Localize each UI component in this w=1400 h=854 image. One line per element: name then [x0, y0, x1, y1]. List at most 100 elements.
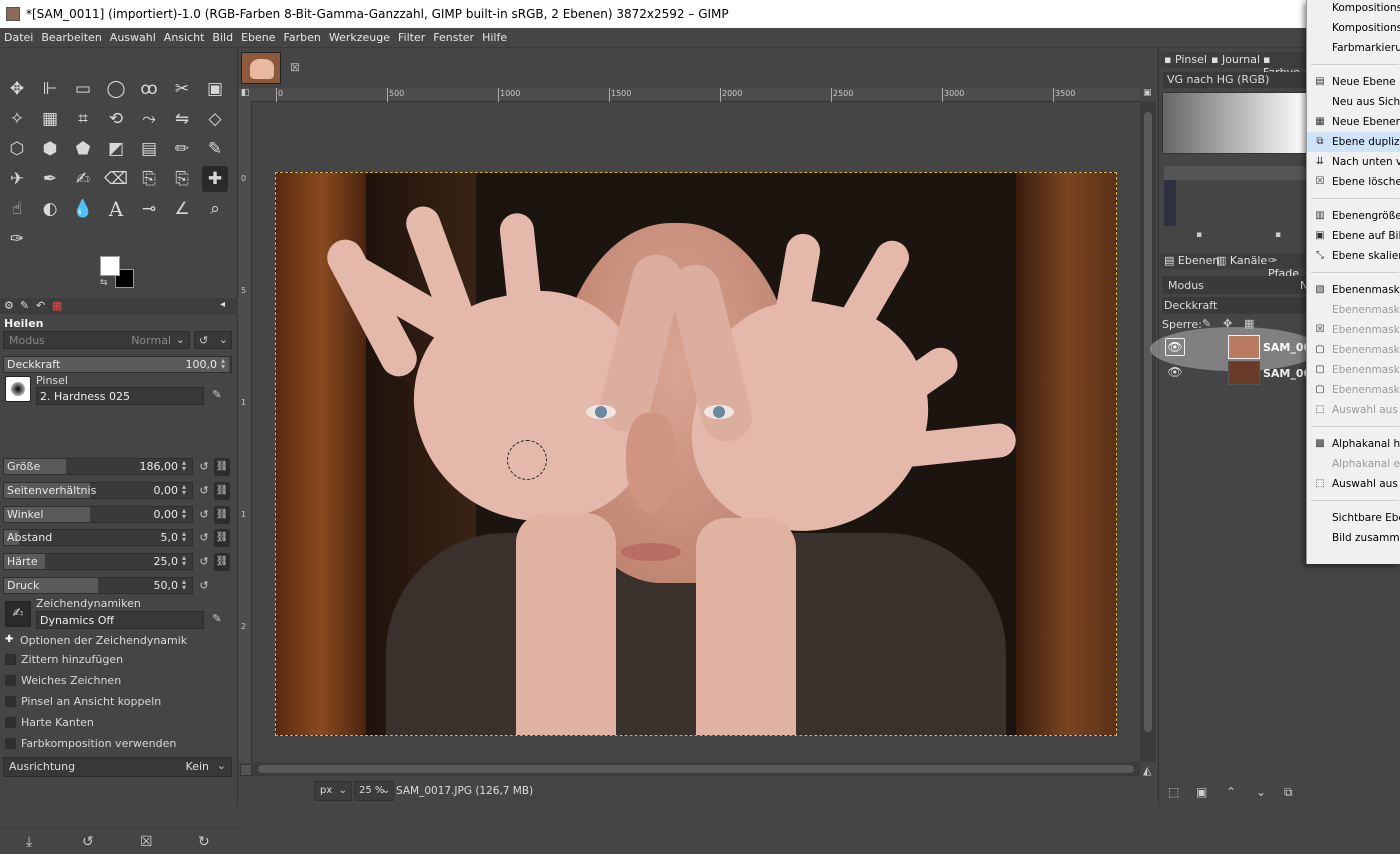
edit-dynamics-icon[interactable]: ✎: [210, 612, 224, 626]
layer-row[interactable]: 👁 SAM_00: [1160, 335, 1311, 361]
toggle-quickmask-icon[interactable]: [240, 764, 252, 776]
tool-options-tab-icon[interactable]: ⚙: [4, 299, 14, 312]
brush-name-field[interactable]: 2. Hardness 025: [36, 387, 204, 405]
unified-transform-icon[interactable]: ⟲: [103, 106, 129, 132]
heal-icon[interactable]: ✚: [202, 166, 228, 192]
layer-name[interactable]: SAM_00: [1263, 341, 1311, 354]
spin-icon[interactable]: ▴ ▾: [182, 554, 190, 568]
context-menu-item[interactable]: ⬚Auswahl aus Al: [1307, 474, 1400, 494]
eye-icon[interactable]: 👁: [1165, 364, 1185, 382]
spin-icon[interactable]: ▴ ▾: [182, 578, 190, 592]
checkbox[interactable]: [5, 696, 16, 707]
save-options-icon[interactable]: ⤓: [26, 834, 32, 850]
duplicate-layer-icon[interactable]: ⧉: [1284, 785, 1293, 800]
layer-mode-dropdown[interactable]: Modus N: [1162, 276, 1308, 294]
paintbrush-icon[interactable]: ✏: [169, 136, 195, 162]
menu-bearbeiten[interactable]: Bearbeiten: [37, 28, 105, 48]
spin-icon[interactable]: ▴ ▾: [182, 459, 190, 473]
slider-5[interactable]: Druck 50,0 ▴ ▾: [3, 577, 193, 594]
unit-dropdown[interactable]: px ⌄: [314, 781, 352, 801]
spin-icon[interactable]: ▴ ▾: [182, 507, 190, 521]
link-icon[interactable]: ⛓: [214, 458, 230, 476]
photo-image[interactable]: [275, 172, 1117, 736]
new-group-icon[interactable]: ▣: [1196, 785, 1207, 799]
menu-fenster[interactable]: Fenster: [429, 28, 478, 48]
layer-opacity-slider[interactable]: Deckkraft: [1162, 297, 1308, 314]
dynamics-preview-icon[interactable]: ✍: [5, 601, 31, 627]
image-tab-thumbnail[interactable]: [241, 52, 281, 84]
vertical-scrollbar[interactable]: ▣: [1140, 88, 1156, 762]
mode-dropdown[interactable]: Modus Normal ⌄: [3, 331, 190, 349]
link-icon[interactable]: ⛓: [214, 529, 230, 547]
flip-icon[interactable]: ⇋: [169, 106, 195, 132]
tab-layers[interactable]: ▤ Ebenen: [1164, 254, 1219, 267]
minus-icon[interactable]: ▪: [1196, 230, 1202, 240]
undo-history-tab-icon[interactable]: ↶: [36, 299, 45, 312]
ellipse-select-icon[interactable]: ◯: [103, 76, 129, 102]
context-menu-item[interactable]: ▤Neue Ebene ...: [1307, 72, 1400, 92]
opacity-slider[interactable]: Deckkraft 100,0 ▴ ▾: [3, 356, 232, 373]
context-menu-item[interactable]: Bild zusammen: [1307, 528, 1400, 548]
mypaint-brush-icon[interactable]: ✍: [70, 166, 96, 192]
slider-1[interactable]: Seitenverhältnis 0,00 ▴ ▾: [3, 482, 193, 499]
warp-transform-icon[interactable]: ⤳: [136, 106, 162, 132]
spin-icon[interactable]: ▴ ▾: [182, 483, 190, 497]
foreground-select-icon[interactable]: ▣: [202, 76, 228, 102]
menu-farben[interactable]: Farben: [280, 28, 325, 48]
menu-ebene[interactable]: Ebene: [237, 28, 279, 48]
foreground-color-swatch[interactable]: [100, 256, 120, 276]
eraser-icon[interactable]: ⌫: [103, 166, 129, 192]
link-icon[interactable]: ⛓: [214, 482, 230, 500]
context-menu-item[interactable]: ☒Ebene löschen: [1307, 172, 1400, 192]
delete-options-icon[interactable]: ☒: [140, 834, 153, 850]
ink-icon[interactable]: ✒: [37, 166, 63, 192]
lower-layer-icon[interactable]: ⌄: [1256, 785, 1266, 799]
reset-icon[interactable]: ↺: [197, 460, 211, 474]
edit-brush-icon[interactable]: ✎: [210, 388, 224, 402]
scissors-select-icon[interactable]: ✂: [169, 76, 195, 102]
by-color-select-icon[interactable]: ▦: [37, 106, 63, 132]
context-menu-item[interactable]: ▩Alphakanal hin: [1307, 434, 1400, 454]
spin-icon[interactable]: ▴ ▾: [221, 357, 229, 371]
blur-icon[interactable]: 💧: [70, 196, 96, 222]
gradient-icon[interactable]: ▤: [136, 136, 162, 162]
context-menu-item[interactable]: ⧉Ebene duplizier: [1307, 132, 1400, 152]
gradient-slider[interactable]: [1164, 166, 1307, 180]
quick-mask-corner-icon[interactable]: ◧: [238, 88, 252, 102]
menu-auswahl[interactable]: Auswahl: [106, 28, 160, 48]
close-tab-icon[interactable]: ⊠: [290, 60, 300, 74]
context-menu-item[interactable]: ⇊Nach unten ver: [1307, 152, 1400, 172]
perspective-clone-icon[interactable]: ⎘: [169, 166, 195, 192]
3d-transform-icon[interactable]: ⬢: [37, 136, 63, 162]
plus-icon[interactable]: ▪: [1275, 230, 1281, 240]
context-menu-item[interactable]: ▥Ebenengröße ...: [1307, 206, 1400, 226]
images-tab-icon[interactable]: ▦: [52, 299, 62, 312]
expander-icon[interactable]: ✚: [5, 634, 13, 645]
crop-icon[interactable]: ⌗: [70, 106, 96, 132]
configure-tab-icon[interactable]: ◂: [220, 299, 225, 310]
link-icon[interactable]: ⛓: [214, 553, 230, 571]
device-status-tab-icon[interactable]: ✎: [20, 299, 29, 312]
slider-4[interactable]: Härte 25,0 ▴ ▾: [3, 553, 193, 570]
tab-brushes[interactable]: ▪ Pinsel: [1164, 53, 1207, 66]
new-layer-icon[interactable]: ⬚: [1168, 785, 1179, 799]
context-menu-item[interactable]: ▦Neue Ebenengr: [1307, 112, 1400, 132]
menu-datei[interactable]: Datei: [0, 28, 37, 48]
swap-colors-icon[interactable]: ⇆: [100, 278, 108, 288]
context-menu-item[interactable]: ⤡Ebene skalieren: [1307, 246, 1400, 266]
rect-select-icon[interactable]: ▭: [70, 76, 96, 102]
fuzzy-select-icon[interactable]: ✧: [4, 106, 30, 132]
horizontal-scrollbar[interactable]: [252, 762, 1140, 776]
menu-filter[interactable]: Filter: [394, 28, 429, 48]
spin-icon[interactable]: ▴ ▾: [182, 530, 190, 544]
link-icon[interactable]: ⛓: [214, 506, 230, 524]
text-icon[interactable]: A: [103, 196, 129, 222]
menu-ansicht[interactable]: Ansicht: [160, 28, 209, 48]
layer-name[interactable]: SAM_00: [1263, 367, 1311, 380]
context-menu-item[interactable]: Kompositionsm: [1307, 18, 1400, 38]
cage-icon[interactable]: ⬡: [4, 136, 30, 162]
context-menu-item[interactable]: Neu aus Sichtb: [1307, 92, 1400, 112]
bucket-fill-icon[interactable]: ◩: [103, 136, 129, 162]
menu-bild[interactable]: Bild: [208, 28, 237, 48]
restore-options-icon[interactable]: ↺: [82, 834, 94, 850]
